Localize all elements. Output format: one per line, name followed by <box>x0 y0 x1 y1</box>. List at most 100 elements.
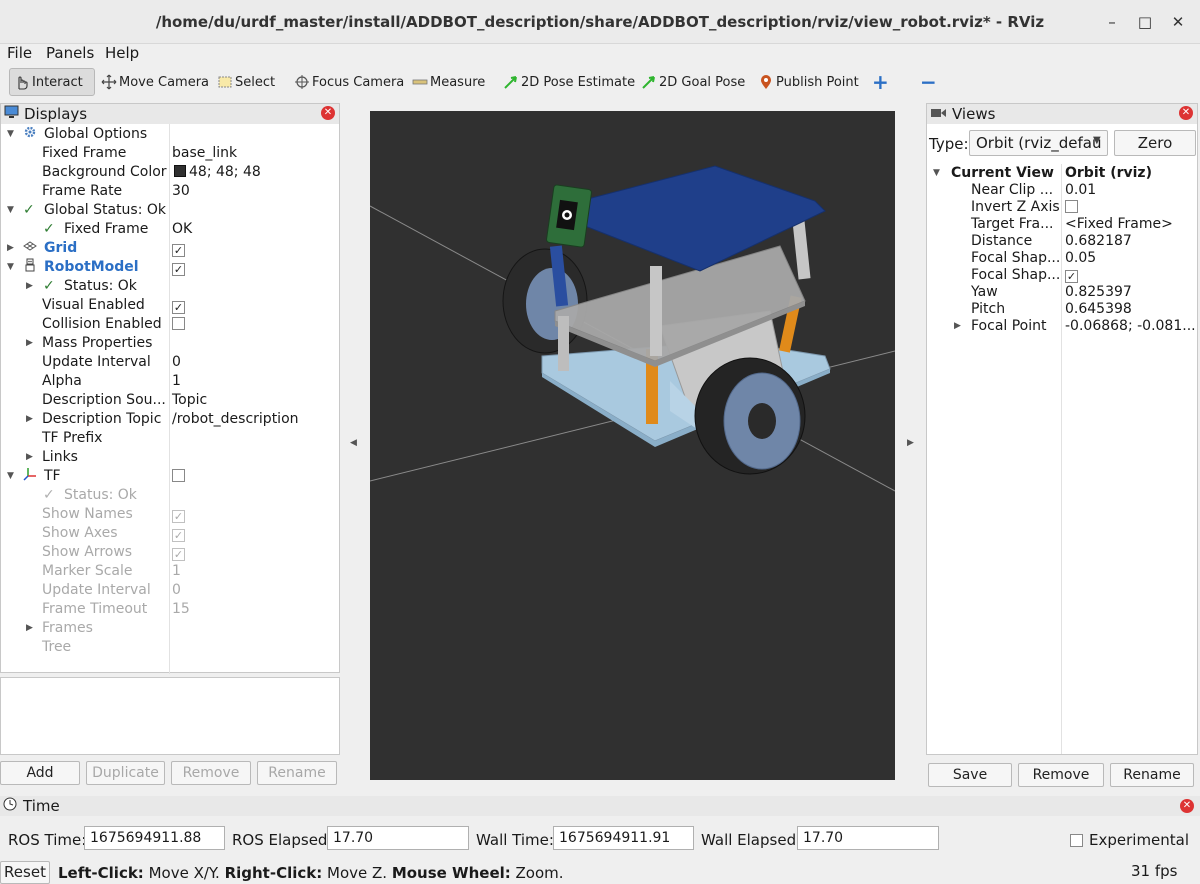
remove-display-button[interactable]: Remove <box>171 761 251 785</box>
wall-elapsed-field[interactable]: 17.70 <box>797 826 939 850</box>
reset-button[interactable]: Reset <box>0 861 50 884</box>
view-row-invert-z[interactable]: Invert Z Axis <box>927 199 1197 216</box>
close-panel-icon[interactable]: ✕ <box>1179 106 1193 120</box>
ros-time-field[interactable]: 1675694911.88 <box>84 826 225 850</box>
tf-update-interval-value[interactable]: 0 <box>172 581 181 600</box>
tree-row-links[interactable]: ▶ Links <box>1 448 339 467</box>
view-row-focal-shape-fixed[interactable]: Focal Shap... ✓ <box>927 267 1197 284</box>
collision-enabled-checkbox[interactable] <box>172 315 185 334</box>
show-axes-checkbox[interactable]: ✓ <box>172 524 185 543</box>
frame-rate-value[interactable]: 30 <box>172 182 190 201</box>
tree-row-status-fixed-frame[interactable]: ✓ Fixed Frame OK <box>1 220 339 239</box>
show-arrows-checkbox[interactable]: ✓ <box>172 543 185 562</box>
expanded-arrow-icon[interactable]: ▼ <box>933 165 940 182</box>
tree-row-frames[interactable]: ▶ Frames <box>1 619 339 638</box>
collapsed-arrow-icon[interactable]: ▶ <box>7 239 14 258</box>
collapsed-arrow-icon[interactable]: ▶ <box>26 619 33 638</box>
tree-row-tf-update-interval[interactable]: Update Interval 0 <box>1 581 339 600</box>
description-source-value[interactable]: Topic <box>172 391 207 410</box>
tree-row-robot-status[interactable]: ▶ ✓ Status: Ok <box>1 277 339 296</box>
close-panel-icon[interactable]: ✕ <box>321 106 335 120</box>
rename-view-button[interactable]: Rename <box>1110 763 1194 787</box>
interact-tool[interactable]: Interact <box>9 68 95 96</box>
minimize-icon[interactable]: – <box>1102 12 1122 32</box>
close-icon[interactable]: ✕ <box>1168 12 1188 32</box>
view-row-pitch[interactable]: Pitch 0.645398 <box>927 301 1197 318</box>
collapsed-arrow-icon[interactable]: ▶ <box>954 318 961 335</box>
chevron-down-icon[interactable]: ▼ <box>1093 135 1101 146</box>
add-display-button[interactable]: Add <box>0 761 80 785</box>
visual-enabled-checkbox[interactable]: ✓ <box>172 296 185 315</box>
distance-value[interactable]: 0.682187 <box>1065 233 1132 250</box>
ros-elapsed-field[interactable]: 17.70 <box>327 826 469 850</box>
tree-row-show-axes[interactable]: Show Axes ✓ <box>1 524 339 543</box>
focus-camera-tool[interactable]: Focus Camera <box>290 68 408 96</box>
collapsed-arrow-icon[interactable]: ▶ <box>26 410 33 429</box>
view-row-yaw[interactable]: Yaw 0.825397 <box>927 284 1197 301</box>
update-interval-value[interactable]: 0 <box>172 353 181 372</box>
tree-row-frame-timeout[interactable]: Frame Timeout 15 <box>1 600 339 619</box>
fixed-frame-value[interactable]: base_link <box>172 144 237 163</box>
add-tool-button[interactable]: + <box>868 68 893 96</box>
tree-row-tree[interactable]: Tree <box>1 638 339 657</box>
tree-row-robot-model[interactable]: ▼ RobotModel ✓ <box>1 258 339 277</box>
alpha-value[interactable]: 1 <box>172 372 181 391</box>
tree-row-tf[interactable]: ▼ TF <box>1 467 339 486</box>
tree-row-global-status[interactable]: ▼ ✓ Global Status: Ok <box>1 201 339 220</box>
focal-point-value[interactable]: -0.06868; -0.081... <box>1065 318 1196 335</box>
grid-checkbox[interactable]: ✓ <box>172 239 185 258</box>
menu-file[interactable]: File <box>7 44 32 62</box>
experimental-checkbox[interactable] <box>1070 832 1083 849</box>
tree-row-marker-scale[interactable]: Marker Scale 1 <box>1 562 339 581</box>
tree-row-show-names[interactable]: Show Names ✓ <box>1 505 339 524</box>
menu-help[interactable]: Help <box>105 44 139 62</box>
expanded-arrow-icon[interactable]: ▼ <box>7 258 14 277</box>
select-tool[interactable]: Select <box>213 68 279 96</box>
pose-estimate-tool[interactable]: 2D Pose Estimate <box>499 68 639 96</box>
save-view-button[interactable]: Save <box>928 763 1012 787</box>
tree-row-show-arrows[interactable]: Show Arrows ✓ <box>1 543 339 562</box>
expanded-arrow-icon[interactable]: ▼ <box>7 467 14 486</box>
tree-row-grid[interactable]: ▶ Grid ✓ <box>1 239 339 258</box>
view-row-focal-shape-size[interactable]: Focal Shap... 0.05 <box>927 250 1197 267</box>
background-color-value[interactable]: 48; 48; 48 <box>172 163 261 182</box>
tree-row-description-source[interactable]: Description Sou... Topic <box>1 391 339 410</box>
pitch-value[interactable]: 0.645398 <box>1065 301 1132 318</box>
tree-row-background-color[interactable]: Background Color 48; 48; 48 <box>1 163 339 182</box>
robot-model-checkbox[interactable]: ✓ <box>172 258 185 277</box>
tree-row-tf-prefix[interactable]: TF Prefix <box>1 429 339 448</box>
duplicate-display-button[interactable]: Duplicate <box>86 761 165 785</box>
tree-row-fixed-frame[interactable]: Fixed Frame base_link <box>1 144 339 163</box>
view-row-distance[interactable]: Distance 0.682187 <box>927 233 1197 250</box>
rename-display-button[interactable]: Rename <box>257 761 337 785</box>
view-row-near-clip[interactable]: Near Clip ... 0.01 <box>927 182 1197 199</box>
expanded-arrow-icon[interactable]: ▼ <box>7 125 14 144</box>
goal-pose-tool[interactable]: 2D Goal Pose <box>637 68 749 96</box>
show-names-checkbox[interactable]: ✓ <box>172 505 185 524</box>
tree-row-tf-status[interactable]: ✓ Status: Ok <box>1 486 339 505</box>
zero-button[interactable]: Zero <box>1114 130 1196 156</box>
target-frame-value[interactable]: <Fixed Frame> <box>1065 216 1173 233</box>
description-topic-value[interactable]: /robot_description <box>172 410 299 429</box>
collapsed-arrow-icon[interactable]: ▶ <box>26 277 33 296</box>
tree-row-visual-enabled[interactable]: Visual Enabled ✓ <box>1 296 339 315</box>
tree-row-mass-properties[interactable]: ▶ Mass Properties <box>1 334 339 353</box>
tree-row-alpha[interactable]: Alpha 1 <box>1 372 339 391</box>
near-clip-value[interactable]: 0.01 <box>1065 182 1096 199</box>
render-viewport[interactable] <box>370 111 895 780</box>
collapsed-arrow-icon[interactable]: ▶ <box>26 448 33 467</box>
frame-timeout-value[interactable]: 15 <box>172 600 190 619</box>
marker-scale-value[interactable]: 1 <box>172 562 181 581</box>
measure-tool[interactable]: Measure <box>408 68 489 96</box>
focal-shape-size-value[interactable]: 0.05 <box>1065 250 1096 267</box>
collapse-right-icon[interactable]: ▶ <box>907 438 914 448</box>
wall-time-field[interactable]: 1675694911.91 <box>553 826 694 850</box>
tf-checkbox[interactable] <box>172 467 185 486</box>
view-row-current-view[interactable]: ▼ Current View Orbit (rviz) <box>927 165 1197 182</box>
view-type-select[interactable]: Orbit (rviz_defau <box>969 130 1108 156</box>
menu-panels[interactable]: Panels <box>46 44 94 62</box>
tree-row-frame-rate[interactable]: Frame Rate 30 <box>1 182 339 201</box>
tree-row-update-interval[interactable]: Update Interval 0 <box>1 353 339 372</box>
close-panel-icon[interactable]: ✕ <box>1180 799 1194 813</box>
view-row-focal-point[interactable]: ▶ Focal Point -0.06868; -0.081... <box>927 318 1197 335</box>
